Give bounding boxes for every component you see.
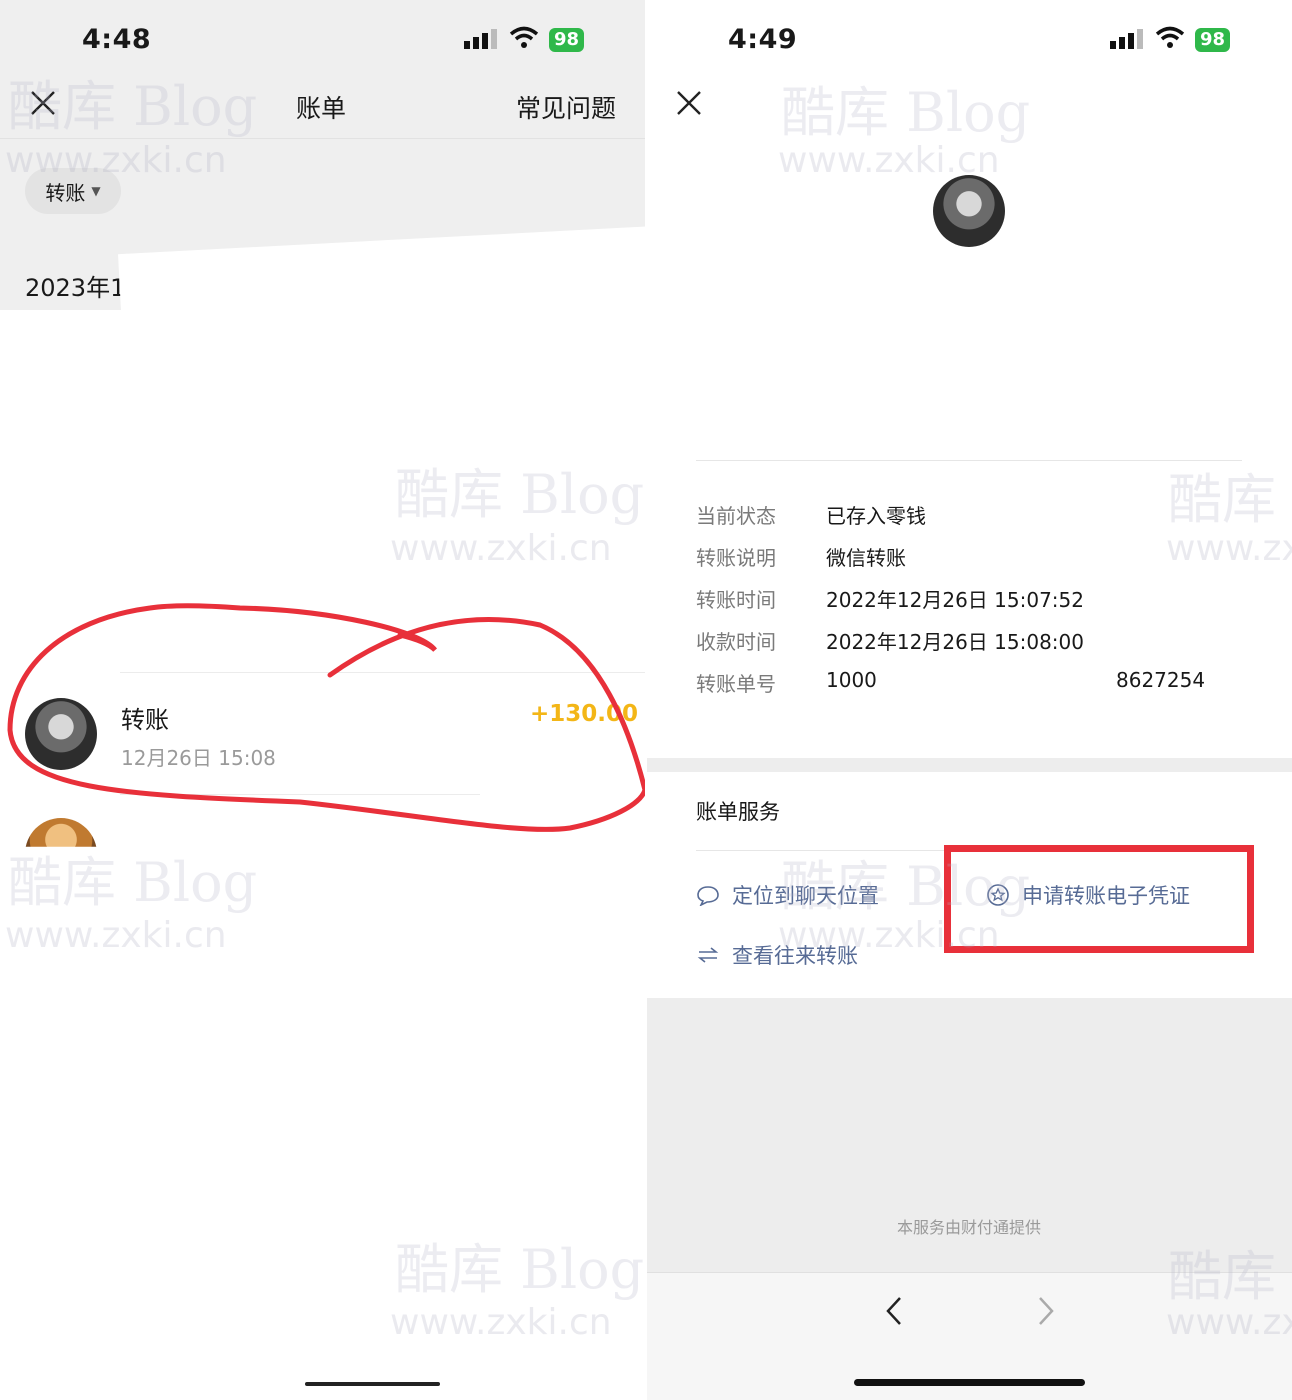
status-label: 当前状态 xyxy=(696,504,776,528)
locate-chat-link[interactable]: 定位到聊天位置 xyxy=(696,880,879,910)
view-history-link[interactable]: 查看往来转账 xyxy=(696,940,858,970)
transfer-id-label: 转账单号 xyxy=(696,672,776,696)
status-value: 已存入零钱 xyxy=(826,504,926,528)
swap-arrows-icon xyxy=(697,947,719,963)
bill-list-screen: 4:48 98 账单 常见问题 转账 ▼ 2023年1月 转账 12月26日 1… xyxy=(0,0,646,1400)
blank-area xyxy=(0,310,646,1400)
receive-time-value: 2022年12月26日 15:08:00 xyxy=(826,630,1084,654)
transfer-id-value: 1000 xyxy=(826,668,877,692)
provider-note: 本服务由财付通提供 xyxy=(896,1218,1041,1237)
status-time: 4:48 xyxy=(82,24,152,55)
page-title: 账单 xyxy=(296,94,347,123)
transfer-id-tail: 8627254 xyxy=(1116,668,1206,692)
filter-dropdown[interactable]: 转账 ▼ xyxy=(25,168,121,214)
back-icon[interactable] xyxy=(884,1295,904,1331)
chat-bubble-icon xyxy=(697,886,719,906)
transfer-detail-screen: 4:49 98 当前状态 已存入零钱 转账说明 微信转账 转账时间 2022年1… xyxy=(646,0,1292,1400)
battery-indicator: 98 xyxy=(549,28,585,52)
watermark-brand: 酷库 Blog xyxy=(781,81,1031,144)
transfer-time-label: 转账时间 xyxy=(696,588,776,612)
panel-divider xyxy=(645,0,647,1400)
status-time: 4:49 xyxy=(728,24,798,55)
annotation-box xyxy=(944,845,1254,953)
memo-value: 微信转账 xyxy=(826,546,906,570)
close-icon[interactable] xyxy=(676,90,702,120)
home-indicator xyxy=(305,1382,440,1386)
nav-divider xyxy=(0,138,646,139)
payer-avatar xyxy=(933,175,1005,247)
caret-down-icon: ▼ xyxy=(91,184,101,198)
section-gap xyxy=(646,758,1292,772)
details-list: 当前状态 已存入零钱 转账说明 微信转账 转账时间 2022年12月26日 15… xyxy=(646,500,1292,710)
services-heading: 账单服务 xyxy=(696,800,780,824)
home-indicator xyxy=(854,1379,1085,1386)
locate-chat-label: 定位到聊天位置 xyxy=(732,884,879,908)
filter-label: 转账 xyxy=(45,180,86,205)
transfer-time-value: 2022年12月26日 15:07:52 xyxy=(826,588,1084,612)
annotation-circle xyxy=(7,603,646,832)
receive-time-label: 收款时间 xyxy=(696,630,776,654)
signal-icon xyxy=(1110,28,1144,54)
details-divider xyxy=(696,460,1242,461)
signal-icon xyxy=(464,28,498,54)
wifi-icon xyxy=(509,26,539,54)
battery-indicator: 98 xyxy=(1195,28,1231,52)
wifi-icon xyxy=(1155,26,1185,54)
forward-icon[interactable] xyxy=(1036,1295,1056,1331)
memo-label: 转账说明 xyxy=(696,546,776,570)
view-history-label: 查看往来转账 xyxy=(732,944,858,968)
faq-link[interactable]: 常见问题 xyxy=(516,89,616,125)
close-icon[interactable] xyxy=(30,90,56,120)
